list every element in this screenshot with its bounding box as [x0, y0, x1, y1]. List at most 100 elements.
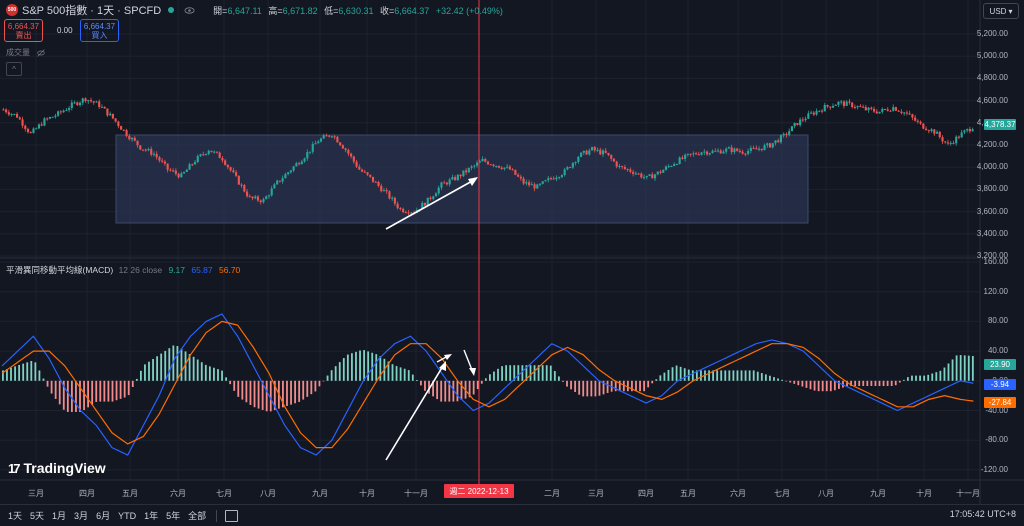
candle-body	[475, 162, 479, 166]
candle-body	[57, 111, 60, 116]
candle-body	[618, 166, 621, 168]
candle-body	[2, 109, 5, 111]
candle-body	[801, 119, 804, 121]
range-ytd[interactable]: YTD	[118, 511, 136, 521]
macd-hist-bar	[493, 371, 495, 381]
volume-indicator-label[interactable]: 成交量	[6, 47, 46, 58]
candle-body	[612, 158, 616, 162]
crossover-arrow-down[interactable]	[463, 349, 476, 376]
macd-hist-bar	[683, 368, 686, 381]
macd-hist-bar	[424, 380, 426, 391]
candle-body	[467, 167, 470, 173]
candle-body	[922, 123, 925, 129]
time-tick-label: 九月	[870, 489, 886, 498]
candle-body	[147, 148, 150, 151]
candle-body	[870, 107, 873, 109]
range-5y[interactable]: 5年	[166, 509, 180, 522]
candle-body	[755, 148, 758, 150]
candle-body	[100, 106, 104, 108]
sell-button[interactable]: 6,664.37 賣出	[4, 19, 43, 42]
eye-off-icon[interactable]	[36, 49, 46, 57]
candle-body	[76, 102, 79, 106]
candle-body	[779, 135, 783, 143]
candle-body	[202, 154, 205, 156]
range-all[interactable]: 全部	[188, 509, 206, 522]
macd-hist-bar	[659, 375, 662, 381]
chevron-up-icon[interactable]: ^	[6, 62, 22, 76]
candle-body	[883, 108, 887, 110]
candle-body	[695, 153, 698, 155]
range-5d[interactable]: 5天	[30, 509, 44, 522]
candle-body	[429, 197, 432, 199]
macd-hist-bar	[164, 350, 167, 381]
consolidation-box[interactable]	[115, 134, 809, 224]
candle-body	[341, 145, 344, 149]
candle-body	[547, 178, 550, 181]
candle-body	[377, 181, 380, 186]
macd-hist-bar	[139, 370, 142, 381]
clock-readout[interactable]: 17:05:42 UTC+8	[950, 509, 1016, 519]
candle-body	[522, 178, 525, 184]
candle-body	[963, 130, 966, 133]
candle-body	[248, 196, 251, 198]
macd-hist-bar	[744, 370, 747, 381]
macd-hist-bar	[286, 380, 288, 406]
candle-body	[300, 161, 303, 165]
candle-body	[328, 135, 331, 137]
range-1y[interactable]: 1年	[144, 509, 158, 522]
candle-body	[771, 143, 774, 148]
range-6m[interactable]: 6月	[96, 509, 110, 522]
calendar-icon[interactable]	[225, 509, 239, 522]
candle-body	[437, 187, 440, 194]
candle-body	[599, 149, 602, 155]
range-3m[interactable]: 3月	[74, 509, 88, 522]
buy-button[interactable]: 6,664.37 買入	[80, 19, 119, 42]
macd-hist-bar	[667, 369, 670, 381]
candle-body	[29, 132, 32, 134]
crossover-arrow-up[interactable]	[436, 354, 452, 363]
candle-body	[470, 166, 473, 168]
candle-body	[919, 121, 922, 124]
range-1m[interactable]: 1月	[52, 509, 66, 522]
candle-body	[172, 170, 175, 172]
symbol-legend[interactable]: 500 S&P 500指數 · 1天 · SPCFD 開=6,647.11 高=…	[6, 3, 507, 17]
eye-icon[interactable]	[184, 5, 195, 16]
macd-hist-bar	[955, 355, 958, 381]
macd-hist-bar	[651, 380, 654, 384]
macd-hist-bar	[586, 380, 589, 397]
macd-legend[interactable]: 平滑異同移動平均線(MACD) 12 26 close 9.17 65.87 5…	[6, 264, 240, 276]
macd-hist-bar	[180, 348, 183, 381]
macd-hist-bar	[756, 371, 759, 381]
candle-body	[84, 98, 87, 102]
price-tick-label: 5,000.00	[976, 51, 1008, 61]
macd-hist-bar	[148, 361, 150, 381]
candle-body	[645, 175, 648, 178]
candle-body	[960, 132, 963, 138]
candle-body	[864, 107, 867, 111]
macd-hist-bar	[91, 380, 94, 405]
candle-body	[807, 113, 810, 119]
macd-hist-bar	[204, 364, 207, 381]
macd-params: 12 26 close	[118, 265, 163, 275]
candle-body	[651, 174, 654, 179]
range-1d[interactable]: 1天	[8, 509, 22, 522]
tradingview-logo[interactable]: 17 TradingView	[8, 460, 106, 476]
macd-hist-bar	[911, 375, 913, 381]
currency-selector[interactable]: USD ▾	[983, 3, 1019, 19]
volume-label-text: 成交量	[6, 48, 30, 57]
macd-hist-bar	[160, 353, 163, 381]
candle-body	[243, 185, 246, 192]
chart-canvas[interactable]	[0, 0, 1024, 525]
candle-body	[911, 114, 914, 118]
macd-hist-bar	[103, 380, 106, 402]
macd-hist-bar	[805, 380, 808, 388]
candle-body	[114, 118, 117, 122]
chevron-down-icon: ▾	[1008, 6, 1013, 16]
candle-body	[590, 147, 594, 151]
candle-body	[393, 197, 396, 204]
candle-body	[716, 150, 720, 152]
candle-body	[834, 104, 837, 107]
macd-hist-bar	[643, 380, 646, 392]
macd-hist-bar	[971, 355, 974, 381]
symbol-title[interactable]: S&P 500指數 · 1天 · SPCFD	[22, 2, 161, 18]
